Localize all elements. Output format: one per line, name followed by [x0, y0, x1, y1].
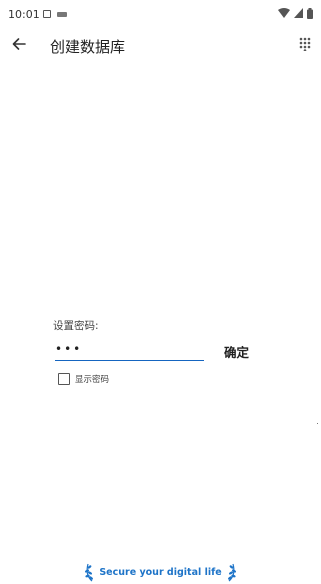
laurel-right-icon — [227, 563, 236, 582]
notification-a-icon — [43, 10, 51, 18]
password-input[interactable] — [55, 340, 204, 361]
status-time: 10:01 — [8, 8, 40, 21]
confirm-button[interactable]: 确定 — [224, 342, 249, 361]
back-button[interactable] — [9, 34, 29, 54]
footer-tagline: Secure your digital life — [0, 561, 321, 583]
page-title: 创建数据库 — [50, 38, 126, 56]
laurel-left-icon — [85, 563, 94, 582]
cell-signal-icon — [294, 8, 303, 18]
overflow-menu-button[interactable] — [295, 34, 315, 54]
status-icons — [278, 7, 313, 19]
scroll-indicator — [317, 423, 318, 424]
show-password-toggle[interactable]: 显示密码 — [58, 373, 109, 385]
status-bar: 10:01 — [0, 0, 321, 28]
app-bar: 创建数据库 — [0, 28, 321, 62]
keyboard-icon — [57, 12, 67, 17]
arrow-left-icon — [12, 38, 26, 50]
battery-icon — [307, 7, 313, 19]
password-label: 设置密码: — [53, 320, 99, 332]
wifi-icon — [278, 8, 290, 18]
show-password-label: 显示密码 — [75, 375, 110, 385]
dots-grid-icon — [299, 37, 311, 51]
footer-text: Secure your digital life — [99, 566, 222, 578]
show-password-checkbox[interactable] — [58, 373, 70, 385]
